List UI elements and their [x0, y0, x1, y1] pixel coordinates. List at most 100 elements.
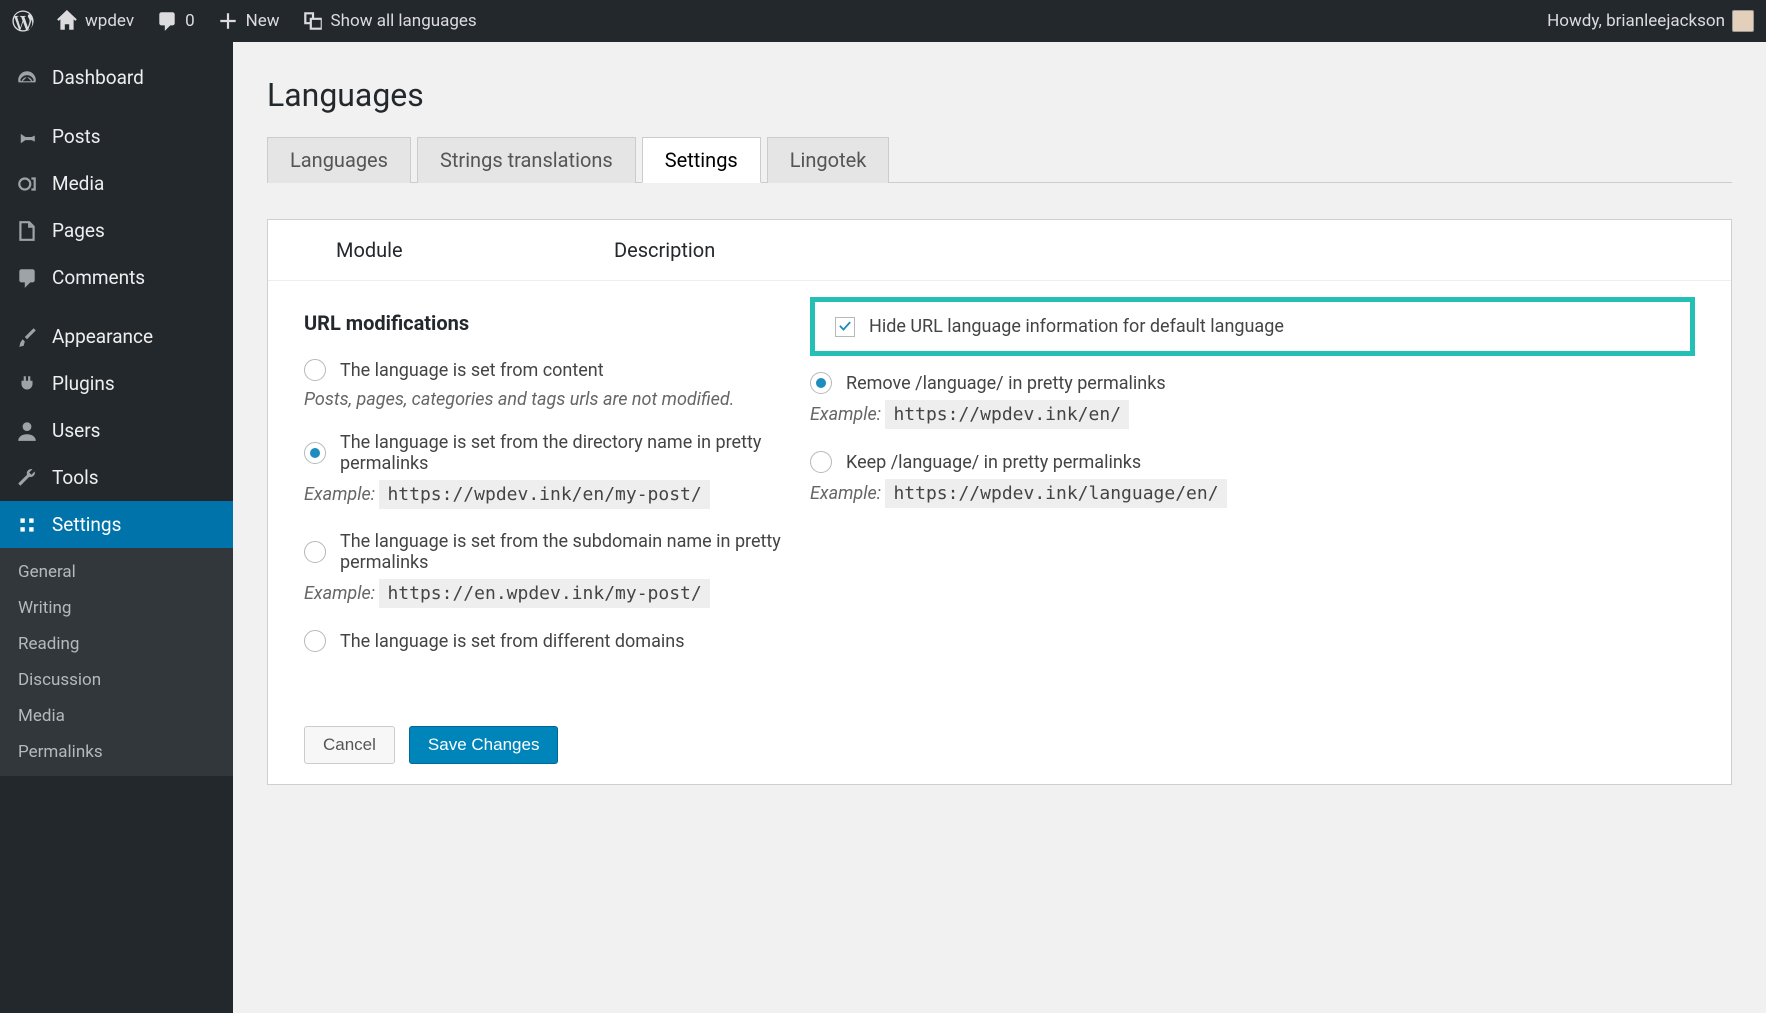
media-icon — [16, 173, 38, 195]
panel-body: URL modifications The language is set fr… — [268, 281, 1731, 696]
menu-comments[interactable]: Comments — [0, 254, 233, 301]
module-title: URL modifications — [304, 311, 796, 335]
submenu-reading[interactable]: Reading — [0, 626, 233, 662]
radio-label: Keep /language/ in pretty permalinks — [846, 452, 1141, 473]
option-note: Posts, pages, categories and tags urls a… — [304, 389, 796, 410]
menu-users[interactable]: Users — [0, 407, 233, 454]
tab-strings[interactable]: Strings translations — [417, 137, 636, 183]
content: Languages Languages Strings translations… — [233, 42, 1766, 1013]
radio-input[interactable] — [304, 359, 326, 381]
example-remove: Example: https://wpdev.ink/en/ — [810, 404, 1695, 425]
menu-label: Dashboard — [52, 66, 144, 89]
header-description: Description — [614, 238, 1731, 262]
adminmenu: Dashboard Posts Media Pages Comments App… — [0, 42, 233, 1013]
radio-keep-language[interactable]: Keep /language/ in pretty permalinks — [810, 451, 1695, 473]
radio-from-domains[interactable]: The language is set from different domai… — [304, 630, 796, 652]
page-title: Languages — [267, 76, 1732, 114]
tab-languages[interactable]: Languages — [267, 137, 411, 183]
tab-settings[interactable]: Settings — [642, 137, 761, 183]
adminbar-left: wpdev 0 New Show all languages — [12, 10, 477, 32]
example-prefix: Example: — [810, 483, 881, 504]
submenu-media[interactable]: Media — [0, 698, 233, 734]
plus-icon — [217, 10, 239, 32]
radio-input[interactable] — [810, 372, 832, 394]
button-row: Cancel Save Changes — [304, 726, 1731, 764]
wordpress-icon — [12, 10, 34, 32]
radio-input[interactable] — [304, 630, 326, 652]
languages-link[interactable]: Show all languages — [302, 10, 477, 32]
example-directory: Example: https://wpdev.ink/en/my-post/ — [304, 484, 796, 505]
menu-label: Appearance — [52, 325, 153, 348]
example-keep: Example: https://wpdev.ink/language/en/ — [810, 483, 1695, 504]
checkbox-label: Hide URL language information for defaul… — [869, 316, 1284, 337]
home-icon — [56, 10, 78, 32]
new-link[interactable]: New — [217, 10, 280, 32]
settings-submenu: General Writing Reading Discussion Media… — [0, 548, 233, 776]
radio-remove-language[interactable]: Remove /language/ in pretty permalinks — [810, 372, 1695, 394]
panel-header: Module Description — [268, 220, 1731, 281]
submenu-general[interactable]: General — [0, 554, 233, 590]
header-module: Module — [268, 238, 614, 262]
example-prefix: Example: — [304, 484, 375, 505]
new-label: New — [246, 11, 280, 31]
radio-from-directory[interactable]: The language is set from the directory n… — [304, 432, 796, 474]
radio-label: The language is set from the subdomain n… — [340, 531, 796, 573]
menu-settings[interactable]: Settings — [0, 501, 233, 548]
gear-icon — [16, 514, 38, 536]
brush-icon — [16, 326, 38, 348]
translate-icon — [302, 10, 324, 32]
menu-posts[interactable]: Posts — [0, 113, 233, 160]
example-code: https://wpdev.ink/language/en/ — [885, 479, 1226, 508]
example-code: https://wpdev.ink/en/ — [885, 400, 1129, 429]
radio-label: The language is set from the directory n… — [340, 432, 796, 474]
site-name-label: wpdev — [85, 11, 134, 31]
col-right: Hide URL language information for defaul… — [806, 297, 1731, 660]
submenu-permalinks[interactable]: Permalinks — [0, 734, 233, 770]
radio-label: The language is set from different domai… — [340, 631, 684, 652]
comment-icon — [156, 10, 178, 32]
menu-label: Users — [52, 419, 100, 442]
nav-tabs: Languages Strings translations Settings … — [267, 136, 1732, 183]
save-button[interactable]: Save Changes — [409, 726, 559, 764]
submenu-discussion[interactable]: Discussion — [0, 662, 233, 698]
menu-media[interactable]: Media — [0, 160, 233, 207]
plug-icon — [16, 373, 38, 395]
radio-input[interactable] — [304, 442, 326, 464]
pin-icon — [16, 126, 38, 148]
lang-label: Show all languages — [331, 11, 477, 31]
wp-logo[interactable] — [12, 10, 34, 32]
menu-plugins[interactable]: Plugins — [0, 360, 233, 407]
adminbar: wpdev 0 New Show all languages Howdy, br… — [0, 0, 1766, 42]
example-subdomain: Example: https://en.wpdev.ink/my-post/ — [304, 583, 796, 604]
menu-label: Tools — [52, 466, 99, 489]
menu-label: Pages — [52, 219, 105, 242]
example-prefix: Example: — [810, 404, 881, 425]
radio-label: Remove /language/ in pretty permalinks — [846, 373, 1166, 394]
site-link[interactable]: wpdev — [56, 10, 134, 32]
avatar — [1732, 10, 1754, 32]
radio-from-subdomain[interactable]: The language is set from the subdomain n… — [304, 531, 796, 573]
account-link[interactable]: Howdy, brianleejackson — [1547, 10, 1754, 32]
col-left: URL modifications The language is set fr… — [268, 297, 806, 660]
example-code: https://en.wpdev.ink/my-post/ — [379, 579, 709, 608]
menu-pages[interactable]: Pages — [0, 207, 233, 254]
tab-lingotek[interactable]: Lingotek — [767, 137, 890, 183]
page-icon — [16, 220, 38, 242]
example-code: https://wpdev.ink/en/my-post/ — [379, 480, 709, 509]
menu-dashboard[interactable]: Dashboard — [0, 54, 233, 101]
menu-appearance[interactable]: Appearance — [0, 313, 233, 360]
menu-label: Comments — [52, 266, 145, 289]
highlight-box: Hide URL language information for defaul… — [810, 297, 1695, 356]
radio-input[interactable] — [304, 541, 326, 563]
radio-from-content[interactable]: The language is set from content — [304, 359, 796, 381]
menu-label: Plugins — [52, 372, 115, 395]
menu-tools[interactable]: Tools — [0, 454, 233, 501]
comments-link[interactable]: 0 — [156, 10, 195, 32]
submenu-writing[interactable]: Writing — [0, 590, 233, 626]
radio-input[interactable] — [810, 451, 832, 473]
menu-label: Media — [52, 172, 104, 195]
cancel-button[interactable]: Cancel — [304, 726, 395, 764]
dashboard-icon — [16, 67, 38, 89]
checkbox-input[interactable] — [835, 317, 855, 337]
hide-default-checkbox[interactable]: Hide URL language information for defaul… — [835, 316, 1670, 337]
